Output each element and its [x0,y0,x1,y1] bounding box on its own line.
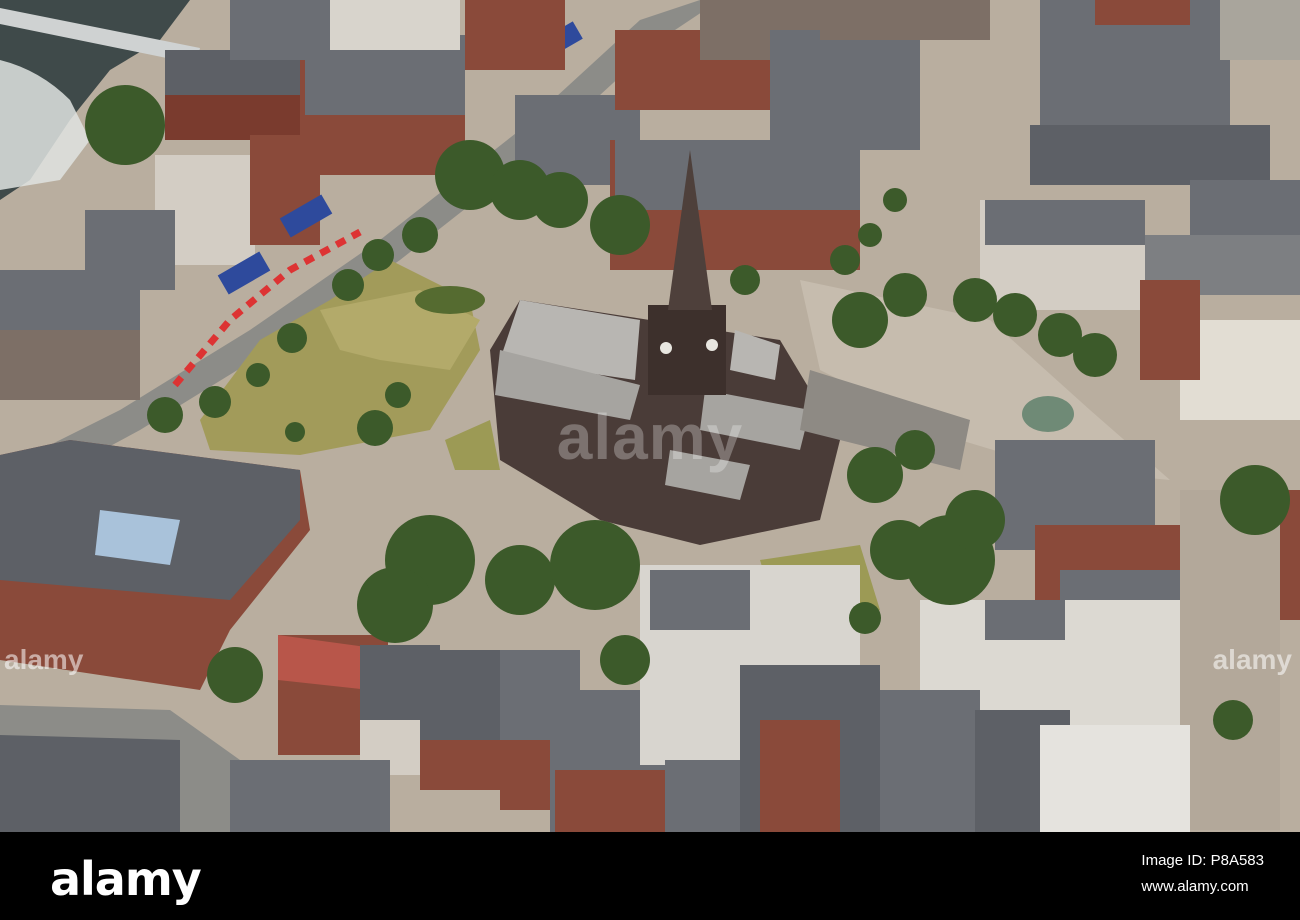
roof [85,210,175,290]
aerial-photo [0,0,1300,832]
building [1095,0,1190,25]
roof [985,200,1145,245]
car-park [1220,0,1300,60]
roof [770,30,920,150]
footer-meta: Image ID: P8A583 www.alamy.com [1141,848,1264,900]
building [555,770,675,832]
roof [615,140,860,210]
building [250,135,320,245]
roof-light [330,0,460,50]
roof [880,690,980,832]
roof [650,570,750,630]
roof [1030,125,1270,185]
fountain [1022,396,1074,432]
roof [420,650,510,740]
roof [985,600,1065,640]
aerial-town-scene [0,0,1300,832]
site-url-text: www.alamy.com [1141,878,1249,895]
roof [230,760,390,832]
image-frame: alamy alamy alamy alamy Image ID: P8A583… [0,0,1300,920]
image-id-text: Image ID: P8A583 [1141,852,1264,869]
building [465,0,565,70]
roof-white [1040,725,1190,832]
roof [230,0,340,60]
building [1140,280,1200,380]
brand-logo: alamy [50,852,202,906]
building [760,720,840,832]
hedge [415,286,485,314]
building [820,0,990,40]
footer-bar: alamy Image ID: P8A583 www.alamy.com [0,832,1300,920]
street [1180,490,1280,830]
roof [665,760,745,832]
roof [0,730,180,832]
